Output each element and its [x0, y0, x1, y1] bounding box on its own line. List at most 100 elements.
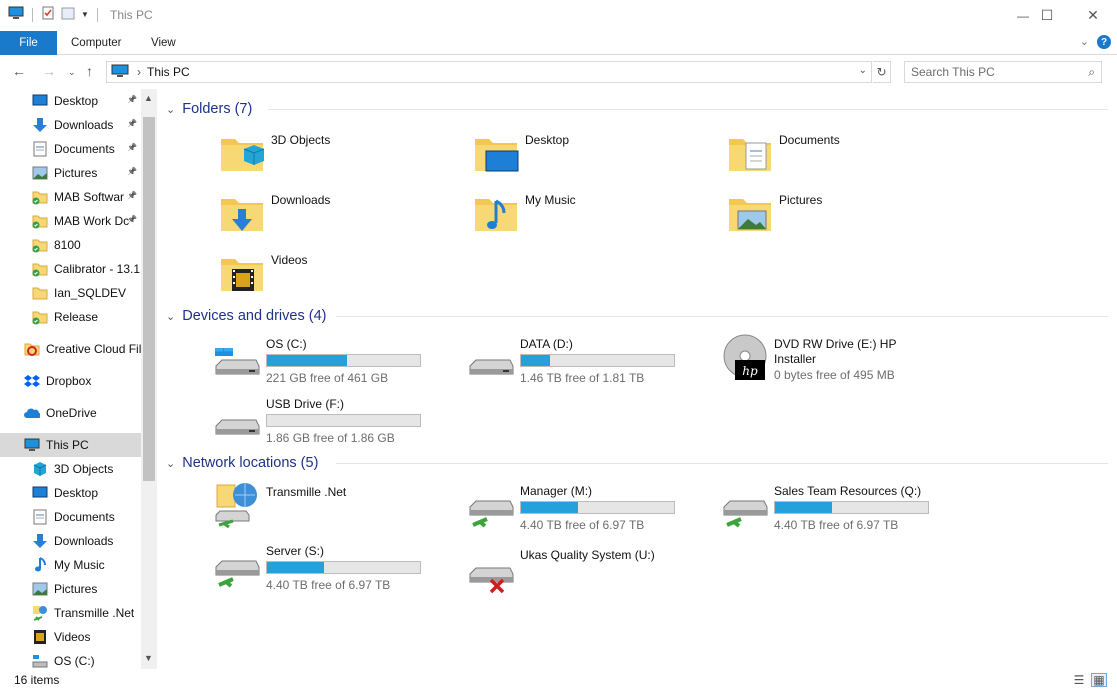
collapse-chevron-icon[interactable]: ⌄: [166, 103, 175, 116]
sidebar-item-label: Desktop: [54, 486, 99, 500]
sidebar-item-label: Downloads: [54, 118, 114, 132]
svg-text:hp: hp: [742, 364, 758, 378]
folder-downloads[interactable]: Downloads: [218, 189, 330, 249]
sidebar-item-downloads[interactable]: Downloads: [0, 529, 141, 553]
drive-dvd-e[interactable]: hp DVD RW Drive (E:) HP Installer 0 byte…: [721, 334, 904, 394]
details-view-button[interactable]: ☰: [1071, 673, 1087, 687]
folder-synced-icon: [32, 309, 48, 325]
sidebar-item-mab-work-dc[interactable]: MAB Work Dc 📌: [0, 209, 141, 233]
search-box[interactable]: ⌕: [904, 61, 1102, 83]
network-drive-sales-q[interactable]: Sales Team Resources (Q:) 4.40 TB free o…: [721, 481, 929, 541]
sidebar-item-label: Desktop: [54, 94, 99, 108]
computer-icon[interactable]: [8, 6, 24, 23]
3d-objects-icon: [32, 461, 48, 477]
recent-locations-button[interactable]: ⌄: [68, 67, 76, 78]
pictures-icon: [32, 165, 48, 181]
folder-videos[interactable]: Videos: [218, 249, 307, 309]
music-icon: [32, 557, 48, 573]
sidebar-item-dropbox[interactable]: Dropbox: [0, 369, 141, 393]
drive-os-c[interactable]: OS (C:) 221 GB free of 461 GB: [213, 334, 421, 394]
network-drive-ukas-u[interactable]: Ukas Quality System (U:): [467, 548, 655, 608]
folder-documents[interactable]: Documents: [726, 129, 840, 189]
back-button[interactable]: ←: [12, 63, 26, 79]
maximize-button[interactable]: ☐: [1024, 0, 1070, 31]
scroll-up-icon[interactable]: ▲: [144, 93, 153, 103]
drive-usage-fill: [267, 355, 347, 366]
folder-my-music[interactable]: My Music: [472, 189, 576, 249]
search-icon[interactable]: ⌕: [1088, 65, 1095, 80]
folder-name: My Music: [525, 193, 576, 207]
sidebar-item-calibrator-13-1[interactable]: Calibrator - 13.1.: [0, 257, 141, 281]
sidebar-item-transmille-net[interactable]: Transmille .Net: [0, 601, 141, 625]
sidebar-item-pictures[interactable]: Pictures 📌: [0, 161, 141, 185]
tab-computer[interactable]: Computer: [71, 31, 122, 55]
scrollbar-thumb[interactable]: [143, 117, 155, 481]
large-icons-view-button[interactable]: ▦: [1091, 673, 1107, 687]
pictures-icon: [32, 581, 48, 597]
forward-button[interactable]: →: [42, 63, 56, 79]
sidebar-item-3d-objects[interactable]: 3D Objects: [0, 457, 141, 481]
address-bar[interactable]: › This PC ⌄: [106, 61, 872, 83]
sidebar-item-ian-sqldev[interactable]: Ian_SQLDEV: [0, 281, 141, 305]
search-input[interactable]: [911, 65, 1081, 79]
drive-usage-fill: [267, 562, 324, 573]
sidebar-item-creative-cloud-fil[interactable]: Creative Cloud Fil: [0, 337, 141, 361]
folder-synced-icon: [32, 237, 48, 253]
refresh-button[interactable]: ↻: [873, 61, 891, 83]
scroll-down-icon[interactable]: ▼: [144, 653, 153, 663]
network-drive-manager-m[interactable]: Manager (M:) 4.40 TB free of 6.97 TB: [467, 481, 675, 541]
close-button[interactable]: ✕: [1070, 0, 1116, 31]
folder-synced-icon: [32, 213, 48, 229]
expand-ribbon-icon[interactable]: ⌄: [1080, 35, 1089, 48]
sidebar-item-os-c[interactable]: OS (C:): [0, 649, 141, 669]
collapse-chevron-icon[interactable]: ⌄: [166, 310, 175, 323]
sidebar-item-desktop[interactable]: Desktop 📌: [0, 89, 141, 113]
sidebar-item-release[interactable]: Release: [0, 305, 141, 329]
sidebar-item-videos[interactable]: Videos: [0, 625, 141, 649]
sidebar-item-pictures[interactable]: Pictures: [0, 577, 141, 601]
drive-data-d[interactable]: DATA (D:) 1.46 TB free of 1.81 TB: [467, 334, 675, 394]
network-drive-icon: [469, 500, 514, 528]
navigation-scrollbar[interactable]: ▲ ▼: [141, 89, 157, 669]
sidebar-item-documents[interactable]: Documents 📌: [0, 137, 141, 161]
folder-desktop[interactable]: Desktop: [472, 129, 569, 189]
drive-free-space: 4.40 TB free of 6.97 TB: [266, 578, 391, 592]
sidebar-item-8100[interactable]: 8100: [0, 233, 141, 257]
documents-icon: [32, 509, 48, 525]
pin-icon: 📌: [127, 143, 137, 152]
tab-view[interactable]: View: [151, 31, 176, 55]
network-transmille[interactable]: Transmille .Net: [213, 481, 346, 541]
folder-3d-objects[interactable]: 3D Objects: [218, 129, 330, 189]
sidebar-item-desktop[interactable]: Desktop: [0, 481, 141, 505]
folder-pictures[interactable]: Pictures: [726, 189, 822, 249]
help-icon[interactable]: ?: [1097, 35, 1111, 49]
sidebar-item-downloads[interactable]: Downloads 📌: [0, 113, 141, 137]
up-button[interactable]: ↑: [86, 63, 93, 79]
sidebar-item-label: Pictures: [54, 582, 98, 596]
network-drive-server-s[interactable]: Server (S:) 4.40 TB free of 6.97 TB: [213, 541, 421, 601]
sidebar-item-my-music[interactable]: My Music: [0, 553, 141, 577]
sidebar-item-label: OneDrive: [46, 406, 97, 420]
properties-icon[interactable]: [41, 6, 55, 23]
new-folder-icon[interactable]: [61, 6, 75, 23]
sidebar-item-mab-softwar[interactable]: MAB Softwar 📌: [0, 185, 141, 209]
sidebar-item-label: This PC: [46, 438, 89, 452]
breadcrumb-separator-icon[interactable]: ›: [137, 65, 141, 79]
drive-usb-f[interactable]: USB Drive (F:) 1.86 GB free of 1.86 GB: [213, 394, 421, 454]
sidebar-item-onedrive[interactable]: OneDrive: [0, 401, 141, 425]
group-header-folders[interactable]: ⌄ Folders (7): [166, 99, 1108, 119]
dropbox-icon: [24, 373, 40, 389]
3d-objects-icon: [221, 139, 265, 171]
sidebar-item-documents[interactable]: Documents: [0, 505, 141, 529]
breadcrumb-this-pc[interactable]: This PC: [147, 65, 190, 79]
address-dropdown-icon[interactable]: ⌄: [859, 65, 867, 76]
pin-icon: 📌: [127, 119, 137, 128]
sidebar-item-this-pc[interactable]: This PC: [0, 433, 141, 457]
tab-file[interactable]: File: [0, 31, 57, 55]
group-header-devices[interactable]: ⌄ Devices and drives (4): [166, 306, 1108, 326]
collapse-chevron-icon[interactable]: ⌄: [166, 457, 175, 470]
drive-usage-bar: [520, 354, 675, 367]
group-header-network[interactable]: ⌄ Network locations (5): [166, 453, 1108, 473]
customize-toolbar-icon[interactable]: ▼: [81, 10, 89, 19]
os-drive-icon: [215, 348, 260, 375]
